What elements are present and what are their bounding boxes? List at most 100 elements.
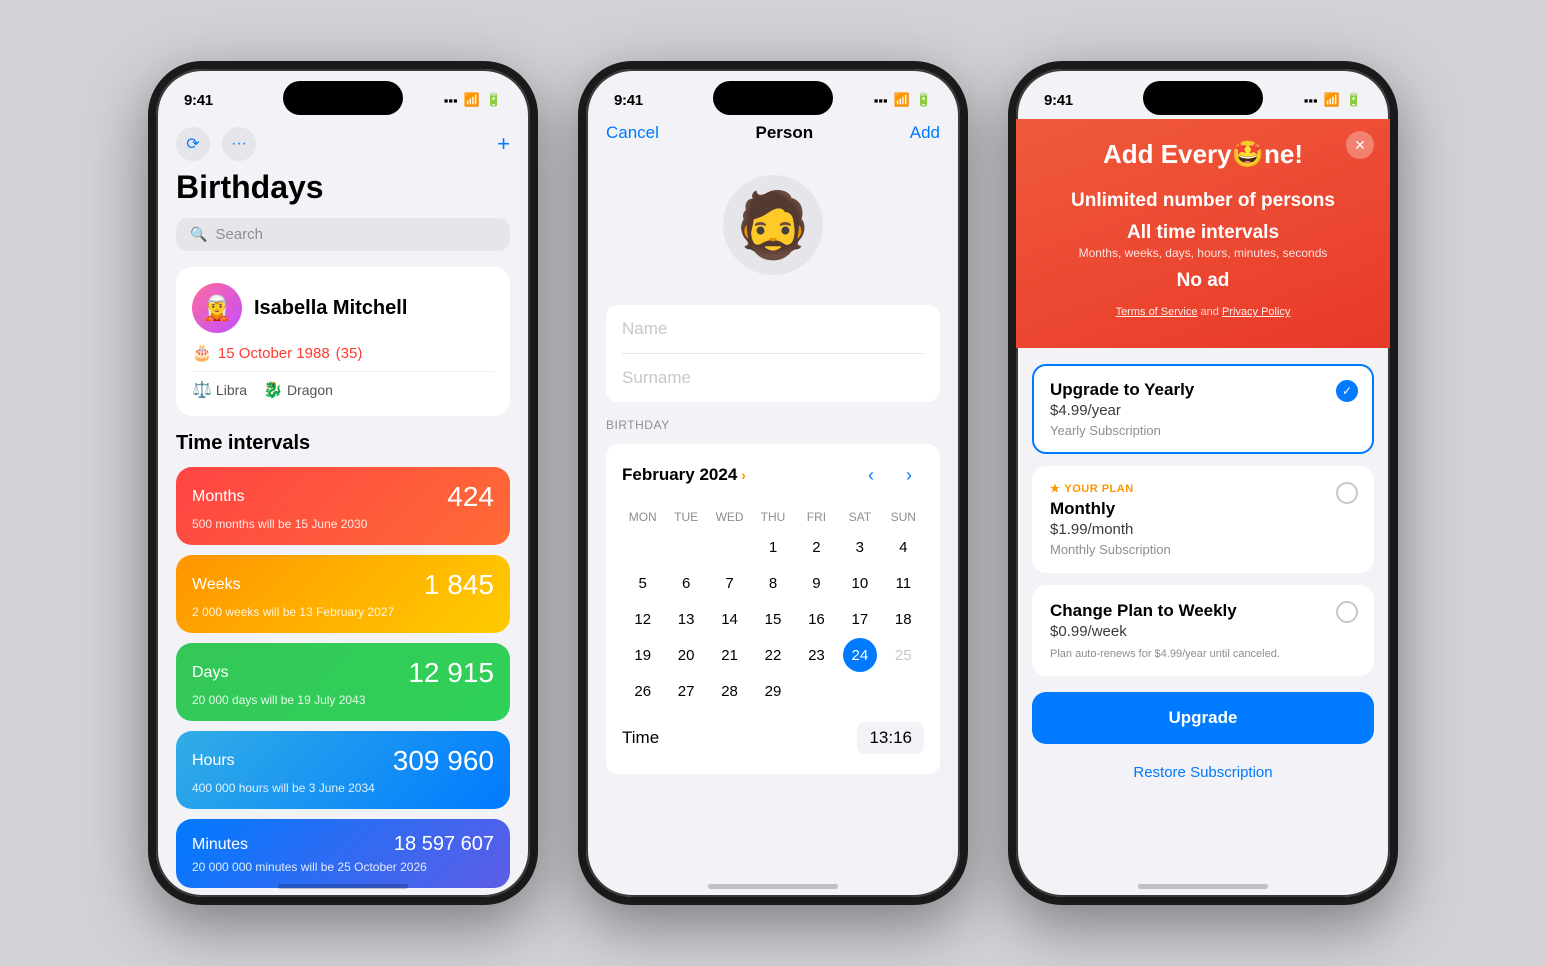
feature-unlimited-text: Unlimited number of persons — [1040, 190, 1366, 212]
your-plan-text: YOUR PLAN — [1064, 483, 1133, 495]
plan-yearly[interactable]: Upgrade to Yearly $4.99/year Yearly Subs… — [1032, 364, 1374, 454]
calendar-month-title[interactable]: February 2024 › — [622, 465, 746, 485]
cal-day-19[interactable]: 19 — [626, 638, 660, 672]
cal-day-1[interactable]: 1 — [756, 530, 790, 564]
search-placeholder: Search — [215, 226, 263, 243]
upgrade-button[interactable]: Upgrade — [1032, 692, 1374, 744]
calendar-header: February 2024 › ‹ › — [622, 460, 924, 490]
surname-input[interactable] — [606, 354, 940, 402]
avatar-section[interactable]: 🧔 — [586, 155, 960, 305]
calendar-prev-button[interactable]: ‹ — [856, 460, 886, 490]
terms-of-service-link[interactable]: Terms of Service — [1116, 306, 1198, 318]
feature-no-ad: No ad — [1040, 270, 1366, 292]
cal-day-4[interactable]: 4 — [886, 530, 920, 564]
cal-day-24[interactable]: 24 — [843, 638, 877, 672]
calendar-next-button[interactable]: › — [894, 460, 924, 490]
cal-day-15[interactable]: 15 — [756, 602, 790, 636]
cal-day-11[interactable]: 11 — [886, 566, 920, 600]
close-button[interactable]: ✕ — [1346, 131, 1374, 159]
add-button[interactable]: + — [497, 131, 510, 157]
cal-day-20[interactable]: 20 — [669, 638, 703, 672]
cal-day-2[interactable]: 2 — [799, 530, 833, 564]
days-value: 12 915 — [408, 657, 494, 689]
cal-day-29[interactable]: 29 — [756, 674, 790, 708]
person-card[interactable]: 🧝 Isabella Mitchell 🎂 15 October 1988 (3… — [176, 267, 510, 416]
search-bar[interactable]: 🔍 Search — [176, 218, 510, 251]
minutes-value: 18 597 607 — [394, 833, 494, 856]
cal-day-12[interactable]: 12 — [626, 602, 660, 636]
cal-day-23[interactable]: 23 — [799, 638, 833, 672]
interval-minutes[interactable]: Minutes 18 597 607 20 000 000 minutes wi… — [176, 819, 510, 888]
home-indicator-2 — [708, 884, 838, 889]
cal-day-5[interactable]: 5 — [626, 566, 660, 600]
hours-subtitle: 400 000 hours will be 3 June 2034 — [192, 781, 494, 795]
phone-upgrade: 9:41 ▪▪▪ 📶 🔋 ✕ Add Every🤩ne! Unlimited n… — [1008, 61, 1398, 905]
cal-day-21[interactable]: 21 — [713, 638, 747, 672]
upgrade-hero: ✕ Add Every🤩ne! Unlimited number of pers… — [1016, 119, 1390, 348]
cal-day-26[interactable]: 26 — [626, 674, 660, 708]
cal-day-empty-6 — [886, 674, 920, 708]
weeks-subtitle: 2 000 weeks will be 13 February 2027 — [192, 605, 494, 619]
status-icons-1: ▪▪▪ 📶 🔋 — [444, 92, 502, 108]
monthly-plan-price: $1.99/month — [1050, 521, 1356, 538]
zodiac-icon: ⚖️ — [192, 380, 212, 400]
dynamic-island-3 — [1143, 81, 1263, 115]
your-plan-badge: ★ YOUR PLAN — [1050, 482, 1356, 495]
cal-day-18[interactable]: 18 — [886, 602, 920, 636]
cal-day-9[interactable]: 9 — [799, 566, 833, 600]
cal-day-empty-2 — [669, 530, 703, 564]
cal-day-17[interactable]: 17 — [843, 602, 877, 636]
privacy-policy-link[interactable]: Privacy Policy — [1222, 306, 1290, 318]
terms-and: and — [1201, 306, 1222, 318]
cal-day-13[interactable]: 13 — [669, 602, 703, 636]
intervals-title: Time intervals — [176, 432, 510, 455]
status-time-3: 9:41 — [1044, 92, 1073, 109]
plan-weekly[interactable]: Change Plan to Weekly $0.99/week Plan au… — [1032, 585, 1374, 676]
person-signs: ⚖️ Libra 🐉 Dragon — [192, 371, 494, 400]
cal-day-14[interactable]: 14 — [713, 602, 747, 636]
months-subtitle: 500 months will be 15 June 2030 — [192, 517, 494, 531]
chinese-label: Dragon — [287, 382, 333, 398]
cal-day-7[interactable]: 7 — [713, 566, 747, 600]
cal-day-6[interactable]: 6 — [669, 566, 703, 600]
battery-icon-3: 🔋 — [1346, 92, 1362, 108]
signal-icon-3: ▪▪▪ — [1304, 93, 1318, 108]
interval-weeks[interactable]: Weeks 1 845 2 000 weeks will be 13 Febru… — [176, 555, 510, 633]
birthday-icon: 🎂 — [192, 343, 212, 363]
interval-months[interactable]: Months 424 500 months will be 15 June 20… — [176, 467, 510, 545]
cal-day-28[interactable]: 28 — [713, 674, 747, 708]
plan-monthly[interactable]: ★ YOUR PLAN Monthly $1.99/month Monthly … — [1032, 466, 1374, 573]
cal-day-27[interactable]: 27 — [669, 674, 703, 708]
search-icon: 🔍 — [190, 226, 207, 243]
interval-hours[interactable]: Hours 309 960 400 000 hours will be 3 Ju… — [176, 731, 510, 809]
calendar: February 2024 › ‹ › MON TUE WED THU FRI … — [606, 444, 940, 774]
time-value[interactable]: 13:16 — [857, 722, 924, 754]
cal-day-3[interactable]: 3 — [843, 530, 877, 564]
month-chevron-icon: › — [741, 467, 746, 483]
name-input[interactable] — [606, 305, 940, 353]
feature-no-ad-text: No ad — [1040, 270, 1366, 292]
refresh-button[interactable]: ⟳ — [176, 127, 210, 161]
dynamic-island — [283, 81, 403, 115]
weekly-plan-price: $0.99/week — [1050, 623, 1356, 640]
hours-label: Hours — [192, 752, 235, 770]
more-button[interactable]: ··· — [222, 127, 256, 161]
time-label: Time — [622, 728, 659, 748]
cal-day-10[interactable]: 10 — [843, 566, 877, 600]
interval-days[interactable]: Days 12 915 20 000 days will be 19 July … — [176, 643, 510, 721]
days-subtitle: 20 000 days will be 19 July 2043 — [192, 693, 494, 707]
day-header-fri: FRI — [796, 506, 837, 528]
cancel-button[interactable]: Cancel — [606, 123, 659, 143]
zodiac-label: Libra — [216, 382, 247, 398]
cal-day-22[interactable]: 22 — [756, 638, 790, 672]
day-header-wed: WED — [709, 506, 750, 528]
add-person-button[interactable]: Add — [910, 123, 940, 143]
restore-button[interactable]: Restore Subscription — [1032, 756, 1374, 789]
signal-icon: ▪▪▪ — [444, 93, 458, 108]
cal-day-16[interactable]: 16 — [799, 602, 833, 636]
cal-day-8[interactable]: 8 — [756, 566, 790, 600]
yearly-plan-desc: Yearly Subscription — [1050, 423, 1356, 438]
page-title: Birthdays — [176, 169, 510, 206]
monthly-plan-desc: Monthly Subscription — [1050, 542, 1356, 557]
person-nav: Cancel Person Add — [586, 119, 960, 155]
